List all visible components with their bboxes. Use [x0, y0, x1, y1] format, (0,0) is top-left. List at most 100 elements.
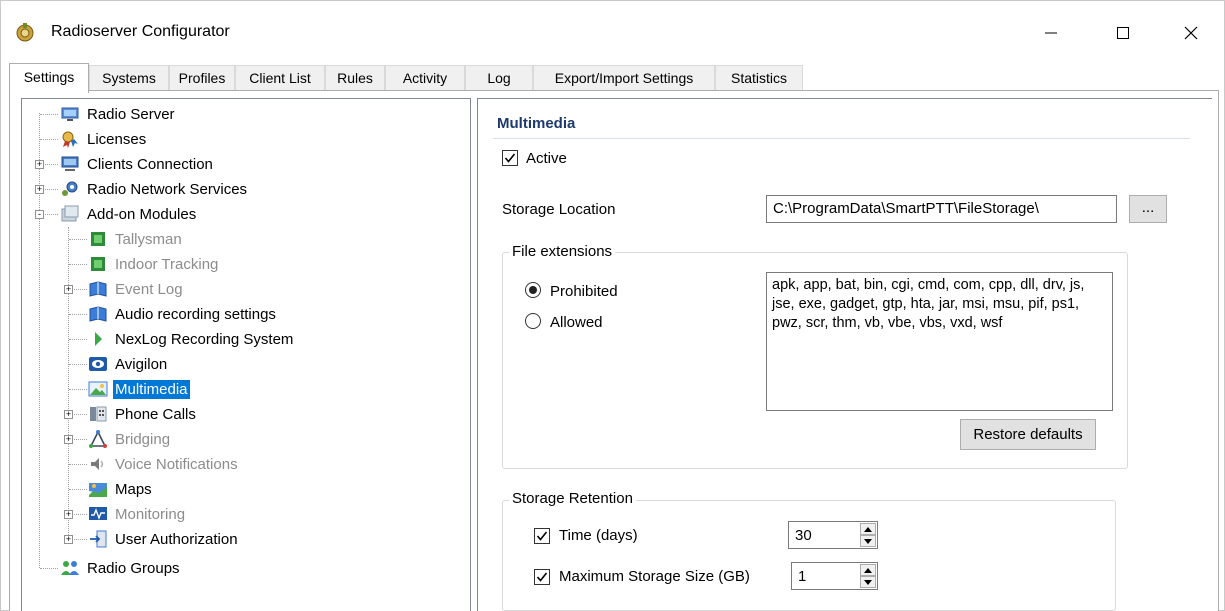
- book-icon: [89, 281, 107, 297]
- tree-item-label: Voice Notifications: [115, 455, 238, 473]
- section-divider: [493, 138, 1190, 139]
- tab-strip: Settings Systems Profiles Client List Ru…: [9, 63, 1219, 93]
- tree-item-label: Add-on Modules: [87, 205, 197, 223]
- allowed-radio[interactable]: [525, 313, 541, 329]
- tree-item-avigilon[interactable]: Avigilon: [88, 352, 169, 376]
- storage-retention-title: Storage Retention: [509, 490, 636, 507]
- tree-item-licenses[interactable]: Licenses: [60, 127, 148, 151]
- expand-toggle[interactable]: +: [64, 285, 73, 294]
- extensions-textarea[interactable]: apk, app, bat, bin, cgi, cmd, com, cpp, …: [766, 272, 1113, 411]
- checkmark-icon: [536, 572, 548, 582]
- max-storage-size-checkbox[interactable]: [534, 569, 550, 585]
- tab-log[interactable]: Log: [465, 65, 533, 91]
- tree-line: [40, 568, 58, 569]
- arrow-down-icon: [864, 579, 872, 585]
- server-icon: [61, 107, 79, 121]
- expand-toggle[interactable]: +: [35, 160, 44, 169]
- decrement-button[interactable]: [860, 535, 876, 547]
- expand-toggle[interactable]: +: [64, 410, 73, 419]
- storage-retention-group: [502, 500, 1116, 611]
- tree-item-event-log[interactable]: Event Log: [88, 277, 185, 301]
- close-button[interactable]: [1169, 15, 1213, 51]
- login-icon: [90, 530, 107, 548]
- tree-item-label: Bridging: [115, 430, 171, 448]
- tree-item-label: User Authorization: [115, 530, 238, 548]
- tree-item-radio-network-services[interactable]: Radio Network Services: [60, 177, 249, 201]
- max-storage-size-value: 1: [798, 568, 807, 585]
- active-checkbox[interactable]: [502, 150, 518, 166]
- time-days-spinner[interactable]: 30: [788, 521, 878, 549]
- tree-line: [69, 489, 87, 490]
- restore-defaults-button[interactable]: Restore defaults: [960, 419, 1096, 450]
- tree-item-multimedia[interactable]: Multimedia: [88, 377, 190, 401]
- tree-item-nexlog-recording-system[interactable]: NexLog Recording System: [88, 327, 295, 351]
- increment-button[interactable]: [860, 564, 876, 576]
- tab-activity[interactable]: Activity: [385, 65, 465, 91]
- allowed-label: Allowed: [550, 314, 603, 331]
- tree-item-radio-server[interactable]: Radio Server: [60, 102, 177, 126]
- close-icon: [1184, 26, 1198, 40]
- storage-location-input[interactable]: C:\ProgramData\SmartPTT\FileStorage\: [766, 195, 1117, 223]
- expand-toggle[interactable]: -: [35, 210, 44, 219]
- tree-item-label: Radio Server: [87, 105, 175, 123]
- network-icon: [61, 156, 79, 171]
- expand-toggle[interactable]: +: [35, 185, 44, 194]
- max-storage-size-label: Maximum Storage Size (GB): [559, 568, 750, 585]
- tab-client-list[interactable]: Client List: [235, 65, 325, 91]
- tree-item-phone-calls[interactable]: Phone Calls: [88, 402, 198, 426]
- tree-item-voice-notifications[interactable]: Voice Notifications: [88, 452, 240, 476]
- title-bar[interactable]: Radioserver Configurator: [1, 1, 1224, 61]
- tree-item-label: Event Log: [115, 280, 183, 298]
- tree-item-clients-connection[interactable]: Clients Connection: [60, 152, 215, 176]
- image-icon: [88, 381, 108, 397]
- file-extensions-title: File extensions: [509, 243, 616, 260]
- tab-systems[interactable]: Systems: [89, 65, 169, 91]
- minimize-button[interactable]: [1029, 15, 1073, 51]
- tree-line: [45, 189, 58, 190]
- tab-settings[interactable]: Settings: [9, 63, 89, 93]
- expand-toggle[interactable]: +: [64, 535, 73, 544]
- expand-toggle[interactable]: +: [64, 435, 73, 444]
- tree-item-monitoring[interactable]: Monitoring: [88, 502, 187, 526]
- storage-location-label: Storage Location: [502, 201, 616, 218]
- tree-item-add-on-modules[interactable]: Add-on Modules: [60, 202, 198, 226]
- max-storage-size-spinner[interactable]: 1: [791, 562, 878, 590]
- tree-item-user-authorization[interactable]: User Authorization: [88, 527, 240, 551]
- tree-item-label: Avigilon: [115, 355, 168, 373]
- tree-line: [40, 139, 58, 140]
- tree-item-label: Radio Groups: [87, 559, 180, 577]
- tree-item-label: Phone Calls: [115, 405, 196, 423]
- tree-line: [69, 264, 87, 265]
- tree-item-label: Maps: [115, 480, 152, 498]
- browse-button[interactable]: ...: [1129, 195, 1167, 223]
- tree-item-indoor-tracking[interactable]: Indoor Tracking: [88, 252, 220, 276]
- tree-item-radio-groups[interactable]: Radio Groups: [60, 556, 182, 580]
- phone-icon: [90, 406, 107, 422]
- tree-item-tallysman[interactable]: Tallysman: [88, 227, 184, 251]
- tree-line: [45, 214, 58, 215]
- tree-item-bridging[interactable]: Bridging: [88, 427, 172, 451]
- minimize-icon: [1045, 32, 1057, 34]
- tab-rules[interactable]: Rules: [325, 65, 385, 91]
- tree-line: [69, 339, 87, 340]
- maximize-button[interactable]: [1101, 15, 1145, 51]
- tree-line: [69, 314, 87, 315]
- decrement-button[interactable]: [860, 576, 876, 588]
- arrow-down-icon: [864, 538, 872, 544]
- time-days-checkbox[interactable]: [534, 528, 550, 544]
- prohibited-radio[interactable]: [525, 282, 541, 298]
- tree-item-audio-recording-settings[interactable]: Audio recording settings: [88, 302, 278, 326]
- settings-tree[interactable]: Radio Server Licenses + Clients Connecti…: [21, 98, 471, 611]
- nexlog-icon: [95, 332, 102, 346]
- checkmark-icon: [536, 531, 548, 541]
- app-window: Radioserver Configurator Settings System…: [0, 0, 1225, 611]
- eye-icon: [89, 357, 107, 371]
- tab-profiles[interactable]: Profiles: [169, 65, 235, 91]
- section-title: Multimedia: [497, 115, 576, 132]
- tab-statistics[interactable]: Statistics: [715, 65, 803, 91]
- tree-item-maps[interactable]: Maps: [88, 477, 154, 501]
- increment-button[interactable]: [860, 523, 876, 535]
- book-icon: [89, 306, 107, 322]
- tab-export-import-settings[interactable]: Export/Import Settings: [533, 65, 715, 91]
- expand-toggle[interactable]: +: [64, 510, 73, 519]
